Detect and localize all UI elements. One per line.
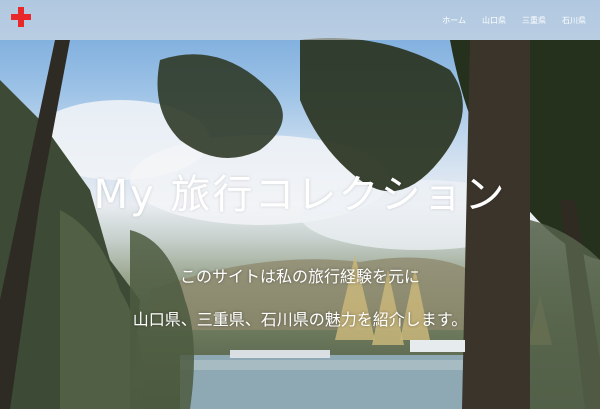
hero-section: ホーム 山口県 三重県 石川県 My 旅行コレクション このサイトは私の旅行経験… — [0, 0, 600, 409]
hero-lead-line2: 山口県、三重県、石川県の魅力を紹介します。 — [132, 310, 468, 329]
home-logo-link[interactable] — [10, 6, 32, 28]
nav-mie[interactable]: 三重県 — [514, 15, 554, 26]
header-bar: ホーム 山口県 三重県 石川県 — [0, 0, 600, 40]
red-plus-icon — [11, 7, 31, 27]
hero-title: My 旅行コレクション — [93, 172, 507, 218]
main-nav: ホーム 山口県 三重県 石川県 — [434, 0, 594, 40]
nav-home[interactable]: ホーム — [434, 15, 474, 26]
hero-lead-line1: このサイトは私の旅行経験を元に — [179, 267, 420, 286]
nav-yamaguchi[interactable]: 山口県 — [474, 15, 514, 26]
nav-ishikawa[interactable]: 石川県 — [554, 15, 594, 26]
